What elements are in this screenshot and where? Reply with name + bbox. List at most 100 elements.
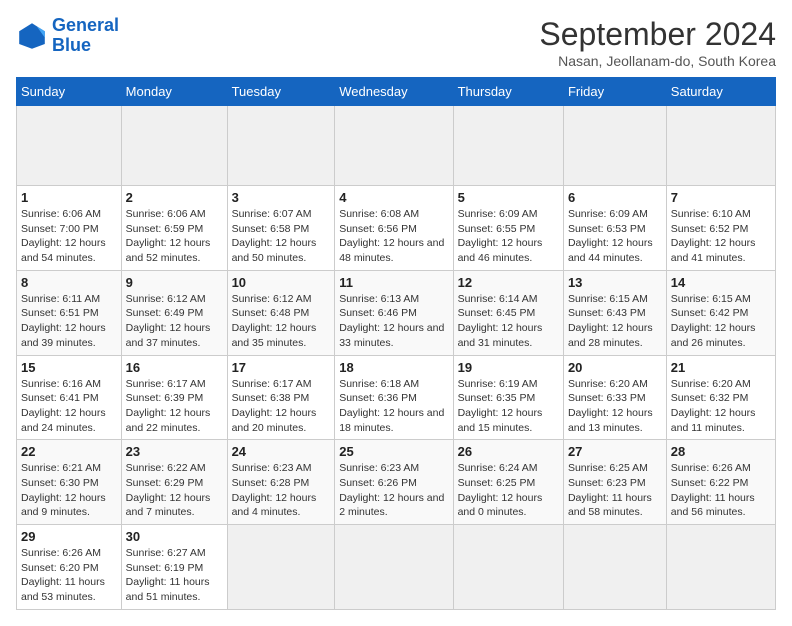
- month-title: September 2024: [539, 16, 776, 53]
- day-number: 20: [568, 360, 662, 375]
- day-number: 1: [21, 190, 117, 205]
- calendar-cell: 16 Sunrise: 6:17 AM Sunset: 6:39 PM Dayl…: [121, 355, 227, 440]
- day-number: 5: [458, 190, 559, 205]
- calendar-cell: 3 Sunrise: 6:07 AM Sunset: 6:58 PM Dayli…: [227, 186, 335, 271]
- header-monday: Monday: [121, 78, 227, 106]
- calendar-week-row: 15 Sunrise: 6:16 AM Sunset: 6:41 PM Dayl…: [17, 355, 776, 440]
- calendar-cell: 20 Sunrise: 6:20 AM Sunset: 6:33 PM Dayl…: [563, 355, 666, 440]
- header-saturday: Saturday: [666, 78, 775, 106]
- day-info: Sunrise: 6:06 AM Sunset: 7:00 PM Dayligh…: [21, 207, 117, 266]
- calendar-cell: 8 Sunrise: 6:11 AM Sunset: 6:51 PM Dayli…: [17, 270, 122, 355]
- calendar-cell: 7 Sunrise: 6:10 AM Sunset: 6:52 PM Dayli…: [666, 186, 775, 271]
- day-info: Sunrise: 6:08 AM Sunset: 6:56 PM Dayligh…: [339, 207, 448, 266]
- calendar-cell: 18 Sunrise: 6:18 AM Sunset: 6:36 PM Dayl…: [335, 355, 453, 440]
- day-info: Sunrise: 6:24 AM Sunset: 6:25 PM Dayligh…: [458, 461, 559, 520]
- day-number: 7: [671, 190, 771, 205]
- header-tuesday: Tuesday: [227, 78, 335, 106]
- calendar-cell: [17, 106, 122, 186]
- day-info: Sunrise: 6:20 AM Sunset: 6:33 PM Dayligh…: [568, 377, 662, 436]
- logo-text: General Blue: [52, 16, 119, 56]
- calendar-cell: 25 Sunrise: 6:23 AM Sunset: 6:26 PM Dayl…: [335, 440, 453, 525]
- calendar-cell: 15 Sunrise: 6:16 AM Sunset: 6:41 PM Dayl…: [17, 355, 122, 440]
- calendar-cell: 30 Sunrise: 6:27 AM Sunset: 6:19 PM Dayl…: [121, 525, 227, 610]
- day-info: Sunrise: 6:21 AM Sunset: 6:30 PM Dayligh…: [21, 461, 117, 520]
- calendar-cell: 2 Sunrise: 6:06 AM Sunset: 6:59 PM Dayli…: [121, 186, 227, 271]
- calendar-cell: [666, 525, 775, 610]
- day-info: Sunrise: 6:11 AM Sunset: 6:51 PM Dayligh…: [21, 292, 117, 351]
- header-wednesday: Wednesday: [335, 78, 453, 106]
- day-info: Sunrise: 6:06 AM Sunset: 6:59 PM Dayligh…: [126, 207, 223, 266]
- calendar-week-row: 1 Sunrise: 6:06 AM Sunset: 7:00 PM Dayli…: [17, 186, 776, 271]
- header-friday: Friday: [563, 78, 666, 106]
- calendar-table: Sunday Monday Tuesday Wednesday Thursday…: [16, 77, 776, 610]
- day-info: Sunrise: 6:15 AM Sunset: 6:42 PM Dayligh…: [671, 292, 771, 351]
- day-info: Sunrise: 6:15 AM Sunset: 6:43 PM Dayligh…: [568, 292, 662, 351]
- day-number: 27: [568, 444, 662, 459]
- calendar-week-row: 29 Sunrise: 6:26 AM Sunset: 6:20 PM Dayl…: [17, 525, 776, 610]
- day-info: Sunrise: 6:22 AM Sunset: 6:29 PM Dayligh…: [126, 461, 223, 520]
- day-info: Sunrise: 6:17 AM Sunset: 6:39 PM Dayligh…: [126, 377, 223, 436]
- calendar-cell: [453, 525, 563, 610]
- calendar-cell: [227, 525, 335, 610]
- weekday-header-row: Sunday Monday Tuesday Wednesday Thursday…: [17, 78, 776, 106]
- day-number: 10: [232, 275, 331, 290]
- day-number: 18: [339, 360, 448, 375]
- calendar-cell: 14 Sunrise: 6:15 AM Sunset: 6:42 PM Dayl…: [666, 270, 775, 355]
- calendar-cell: 27 Sunrise: 6:25 AM Sunset: 6:23 PM Dayl…: [563, 440, 666, 525]
- day-number: 9: [126, 275, 223, 290]
- day-number: 8: [21, 275, 117, 290]
- calendar-cell: 1 Sunrise: 6:06 AM Sunset: 7:00 PM Dayli…: [17, 186, 122, 271]
- day-info: Sunrise: 6:26 AM Sunset: 6:20 PM Dayligh…: [21, 546, 117, 605]
- calendar-cell: 24 Sunrise: 6:23 AM Sunset: 6:28 PM Dayl…: [227, 440, 335, 525]
- day-number: 25: [339, 444, 448, 459]
- day-number: 30: [126, 529, 223, 544]
- day-info: Sunrise: 6:09 AM Sunset: 6:55 PM Dayligh…: [458, 207, 559, 266]
- day-info: Sunrise: 6:14 AM Sunset: 6:45 PM Dayligh…: [458, 292, 559, 351]
- day-number: 4: [339, 190, 448, 205]
- day-info: Sunrise: 6:07 AM Sunset: 6:58 PM Dayligh…: [232, 207, 331, 266]
- day-info: Sunrise: 6:26 AM Sunset: 6:22 PM Dayligh…: [671, 461, 771, 520]
- day-info: Sunrise: 6:19 AM Sunset: 6:35 PM Dayligh…: [458, 377, 559, 436]
- day-number: 15: [21, 360, 117, 375]
- day-number: 22: [21, 444, 117, 459]
- calendar-cell: 13 Sunrise: 6:15 AM Sunset: 6:43 PM Dayl…: [563, 270, 666, 355]
- day-number: 19: [458, 360, 559, 375]
- calendar-cell: [453, 106, 563, 186]
- day-info: Sunrise: 6:20 AM Sunset: 6:32 PM Dayligh…: [671, 377, 771, 436]
- header-sunday: Sunday: [17, 78, 122, 106]
- day-number: 2: [126, 190, 223, 205]
- day-info: Sunrise: 6:27 AM Sunset: 6:19 PM Dayligh…: [126, 546, 223, 605]
- calendar-cell: [121, 106, 227, 186]
- logo-icon: [16, 20, 48, 52]
- calendar-cell: 10 Sunrise: 6:12 AM Sunset: 6:48 PM Dayl…: [227, 270, 335, 355]
- day-number: 12: [458, 275, 559, 290]
- day-info: Sunrise: 6:12 AM Sunset: 6:49 PM Dayligh…: [126, 292, 223, 351]
- day-number: 14: [671, 275, 771, 290]
- header-thursday: Thursday: [453, 78, 563, 106]
- day-number: 16: [126, 360, 223, 375]
- day-number: 6: [568, 190, 662, 205]
- day-number: 24: [232, 444, 331, 459]
- calendar-cell: 21 Sunrise: 6:20 AM Sunset: 6:32 PM Dayl…: [666, 355, 775, 440]
- day-info: Sunrise: 6:13 AM Sunset: 6:46 PM Dayligh…: [339, 292, 448, 351]
- day-number: 11: [339, 275, 448, 290]
- day-info: Sunrise: 6:10 AM Sunset: 6:52 PM Dayligh…: [671, 207, 771, 266]
- day-info: Sunrise: 6:23 AM Sunset: 6:26 PM Dayligh…: [339, 461, 448, 520]
- calendar-cell: [666, 106, 775, 186]
- calendar-cell: 6 Sunrise: 6:09 AM Sunset: 6:53 PM Dayli…: [563, 186, 666, 271]
- page-header: General Blue September 2024 Nasan, Jeoll…: [16, 16, 776, 69]
- day-info: Sunrise: 6:17 AM Sunset: 6:38 PM Dayligh…: [232, 377, 331, 436]
- calendar-cell: 4 Sunrise: 6:08 AM Sunset: 6:56 PM Dayli…: [335, 186, 453, 271]
- calendar-cell: 17 Sunrise: 6:17 AM Sunset: 6:38 PM Dayl…: [227, 355, 335, 440]
- calendar-cell: 11 Sunrise: 6:13 AM Sunset: 6:46 PM Dayl…: [335, 270, 453, 355]
- day-info: Sunrise: 6:23 AM Sunset: 6:28 PM Dayligh…: [232, 461, 331, 520]
- day-number: 21: [671, 360, 771, 375]
- logo-line2: Blue: [52, 35, 91, 55]
- day-number: 13: [568, 275, 662, 290]
- day-info: Sunrise: 6:12 AM Sunset: 6:48 PM Dayligh…: [232, 292, 331, 351]
- calendar-cell: [563, 525, 666, 610]
- day-info: Sunrise: 6:25 AM Sunset: 6:23 PM Dayligh…: [568, 461, 662, 520]
- calendar-cell: [335, 106, 453, 186]
- calendar-cell: 23 Sunrise: 6:22 AM Sunset: 6:29 PM Dayl…: [121, 440, 227, 525]
- calendar-cell: [227, 106, 335, 186]
